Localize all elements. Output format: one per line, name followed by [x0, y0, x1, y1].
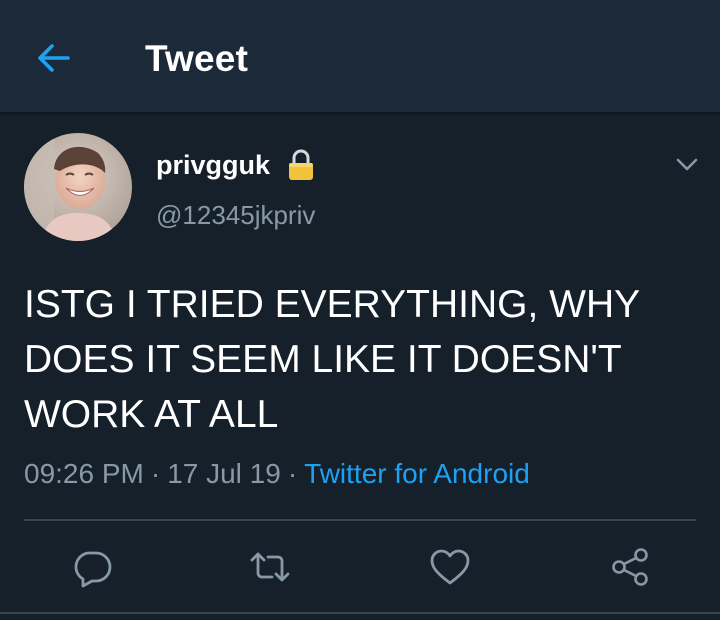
tweet-date: 17 Jul 19 [167, 458, 281, 489]
share-button[interactable] [608, 545, 652, 589]
page-title: Tweet [145, 38, 249, 79]
profile-photo [24, 133, 132, 241]
tweet-time: 09:26 PM [24, 458, 144, 489]
tweet-text: ISTG I TRIED EVERYTHING, WHY DOES IT SEE… [24, 283, 640, 436]
like-button[interactable] [428, 545, 472, 589]
meta-separator: · [150, 458, 161, 489]
avatar[interactable] [24, 133, 132, 241]
chevron-down-icon[interactable] [670, 150, 704, 180]
divider [24, 519, 696, 521]
top-app-bar: Tweet [0, 0, 720, 112]
reply-icon [74, 551, 112, 588]
arrow-left-icon [38, 44, 70, 72]
divider [0, 612, 720, 614]
tweet-meta: 09:26 PM · 17 Jul 19 · Twitter for Android [24, 458, 530, 490]
retweet-button[interactable] [248, 545, 292, 589]
author-display-name[interactable]: privgguk [156, 150, 270, 181]
retweet-icon [250, 552, 290, 582]
lock-icon [289, 149, 313, 180]
share-icon [612, 548, 648, 586]
reply-button[interactable] [70, 545, 114, 589]
tweet-source-link[interactable]: Twitter for Android [304, 458, 530, 489]
heart-icon [430, 549, 470, 585]
author-handle[interactable]: @12345jkpriv [156, 200, 315, 231]
meta-separator: · [287, 458, 298, 489]
back-button[interactable] [32, 36, 76, 80]
